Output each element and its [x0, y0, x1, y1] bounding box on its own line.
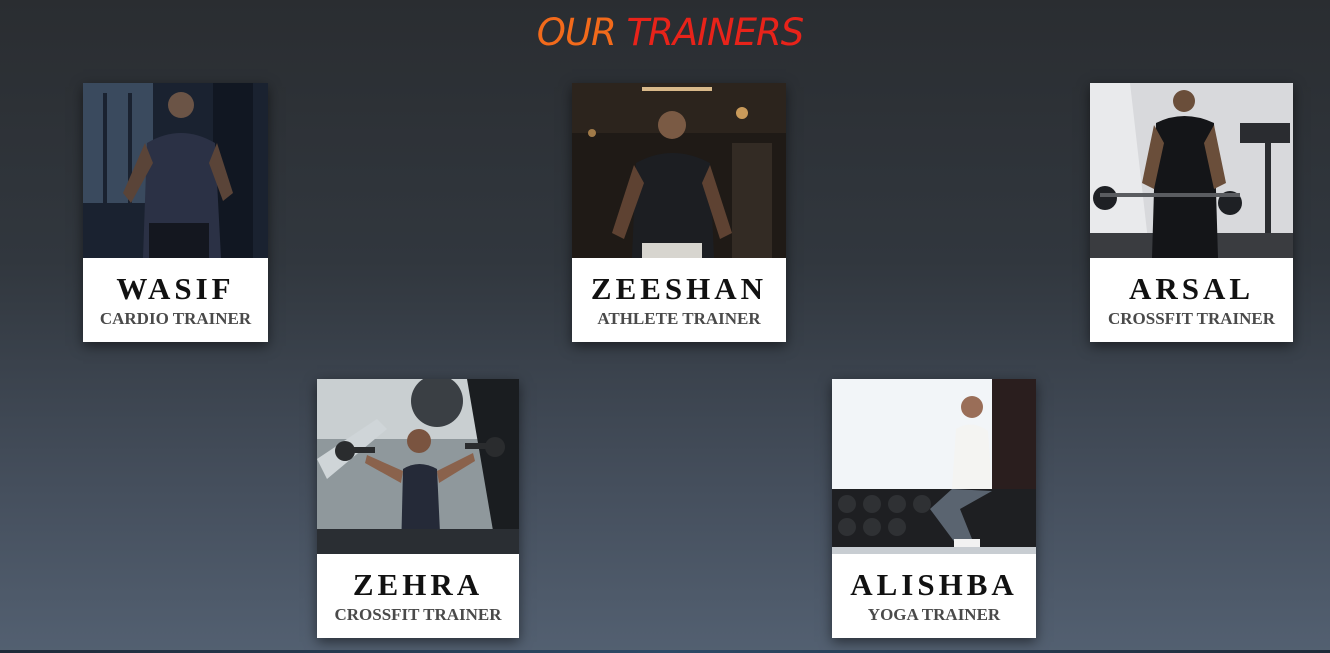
title-our: OUR	[536, 11, 617, 54]
trainer-caption: ARSAL CROSSFIT TRAINER	[1090, 258, 1293, 342]
trainer-role: CROSSFIT TRAINER	[334, 605, 502, 624]
trainer-caption: ALISHBA YOGA TRAINER	[832, 554, 1036, 638]
page-title: OUR TRAINERS	[0, 8, 1330, 58]
trainer-caption: WASIF CARDIO TRAINER	[83, 258, 268, 342]
trainer-role: YOGA TRAINER	[867, 605, 1001, 624]
trainer-photo	[1090, 83, 1293, 258]
trainer-name: ARSAL	[1128, 271, 1255, 306]
trainer-card-alishba[interactable]: ALISHBA YOGA TRAINER	[832, 379, 1036, 638]
trainer-role: CROSSFIT TRAINER	[1107, 309, 1276, 328]
trainer-name: ZEESHAN	[590, 271, 768, 306]
trainer-card-wasif[interactable]: WASIF CARDIO TRAINER	[83, 83, 268, 342]
trainer-photo	[317, 379, 519, 554]
trainer-card-zeeshan[interactable]: ZEESHAN ATHLETE TRAINER	[572, 83, 786, 342]
title-trainers: TRAINERS	[626, 11, 804, 54]
trainer-caption: ZEESHAN ATHLETE TRAINER	[572, 258, 786, 342]
trainer-name: WASIF	[116, 271, 235, 306]
trainer-caption: ZEHRA CROSSFIT TRAINER	[317, 554, 519, 638]
trainer-name: ZEHRA	[352, 567, 484, 602]
trainer-role: ATHLETE TRAINER	[597, 309, 761, 328]
trainer-photo	[83, 83, 268, 258]
trainer-card-arsal[interactable]: ARSAL CROSSFIT TRAINER	[1090, 83, 1293, 342]
trainer-name: ALISHBA	[850, 567, 1018, 602]
trainer-photo	[832, 379, 1036, 554]
trainer-photo	[572, 83, 786, 258]
trainer-role: CARDIO TRAINER	[99, 309, 252, 328]
trainer-card-zehra[interactable]: ZEHRA CROSSFIT TRAINER	[317, 379, 519, 638]
